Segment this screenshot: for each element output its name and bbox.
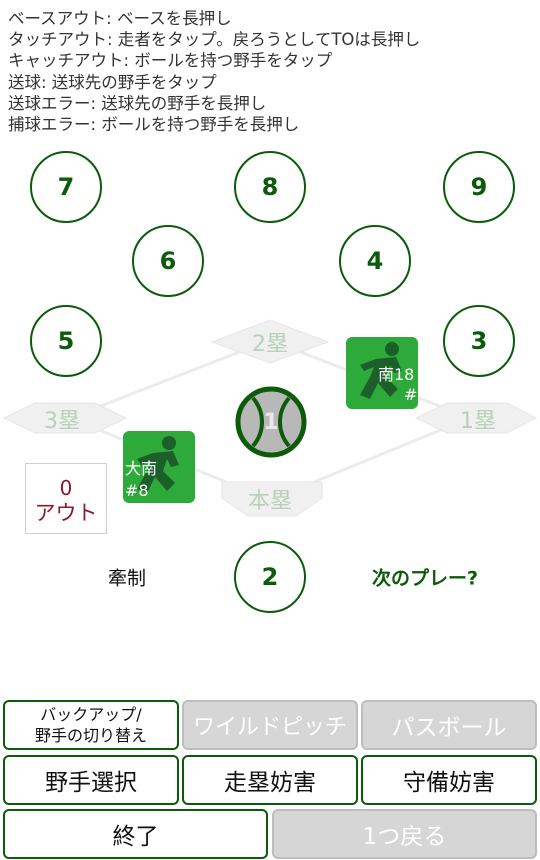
next-play-label: 次のプレー? <box>371 567 479 590</box>
fielder-pitcher-with-ball[interactable]: 1 <box>235 386 307 458</box>
fielders-choice-button[interactable]: 野手選択 <box>3 755 179 805</box>
base-home[interactable]: 本塁 <box>248 483 292 515</box>
pitcher-number: 1 <box>263 409 279 435</box>
runner-third-base[interactable]: 大南 #8 <box>123 431 195 503</box>
out-count: 0 <box>59 476 73 500</box>
fielder-first-base[interactable]: 3 <box>443 305 515 377</box>
runner-third-number: #8 <box>125 481 149 500</box>
wild-pitch-button[interactable]: ワイルドピッチ <box>182 700 358 750</box>
backup-switch-button[interactable]: バックアップ/ 野手の切り替え <box>3 700 179 750</box>
runner-first-name: 南18 <box>378 365 415 384</box>
runner-first-base[interactable]: 南18 # <box>346 337 418 409</box>
pickoff-button[interactable]: 牽制 <box>108 564 146 591</box>
fielder-left-field[interactable]: 7 <box>30 151 102 223</box>
passed-ball-button[interactable]: パスボール <box>361 700 537 750</box>
defense-interference-button[interactable]: 守備妨害 <box>361 755 537 805</box>
out-counter: 0 アウト <box>25 463 107 534</box>
undo-button[interactable]: 1つ戻る <box>272 809 537 859</box>
base-first[interactable]: 1塁 <box>460 403 496 435</box>
fielder-third-base[interactable]: 5 <box>30 305 102 377</box>
fielder-second-base[interactable]: 4 <box>339 225 411 297</box>
fielder-catcher[interactable]: 2 <box>234 541 306 613</box>
runner-obstruction-button[interactable]: 走塁妨害 <box>182 755 358 805</box>
fielder-right-field[interactable]: 9 <box>443 151 515 223</box>
end-button[interactable]: 終了 <box>3 809 268 859</box>
out-label: アウト <box>34 501 98 525</box>
fielder-shortstop[interactable]: 6 <box>132 225 204 297</box>
base-second[interactable]: 2塁 <box>252 326 288 358</box>
fielder-center-field[interactable]: 8 <box>234 151 306 223</box>
runner-first-number: # <box>404 385 418 404</box>
base-third[interactable]: 3塁 <box>44 403 80 435</box>
runner-third-name: 大南 <box>125 459 158 478</box>
